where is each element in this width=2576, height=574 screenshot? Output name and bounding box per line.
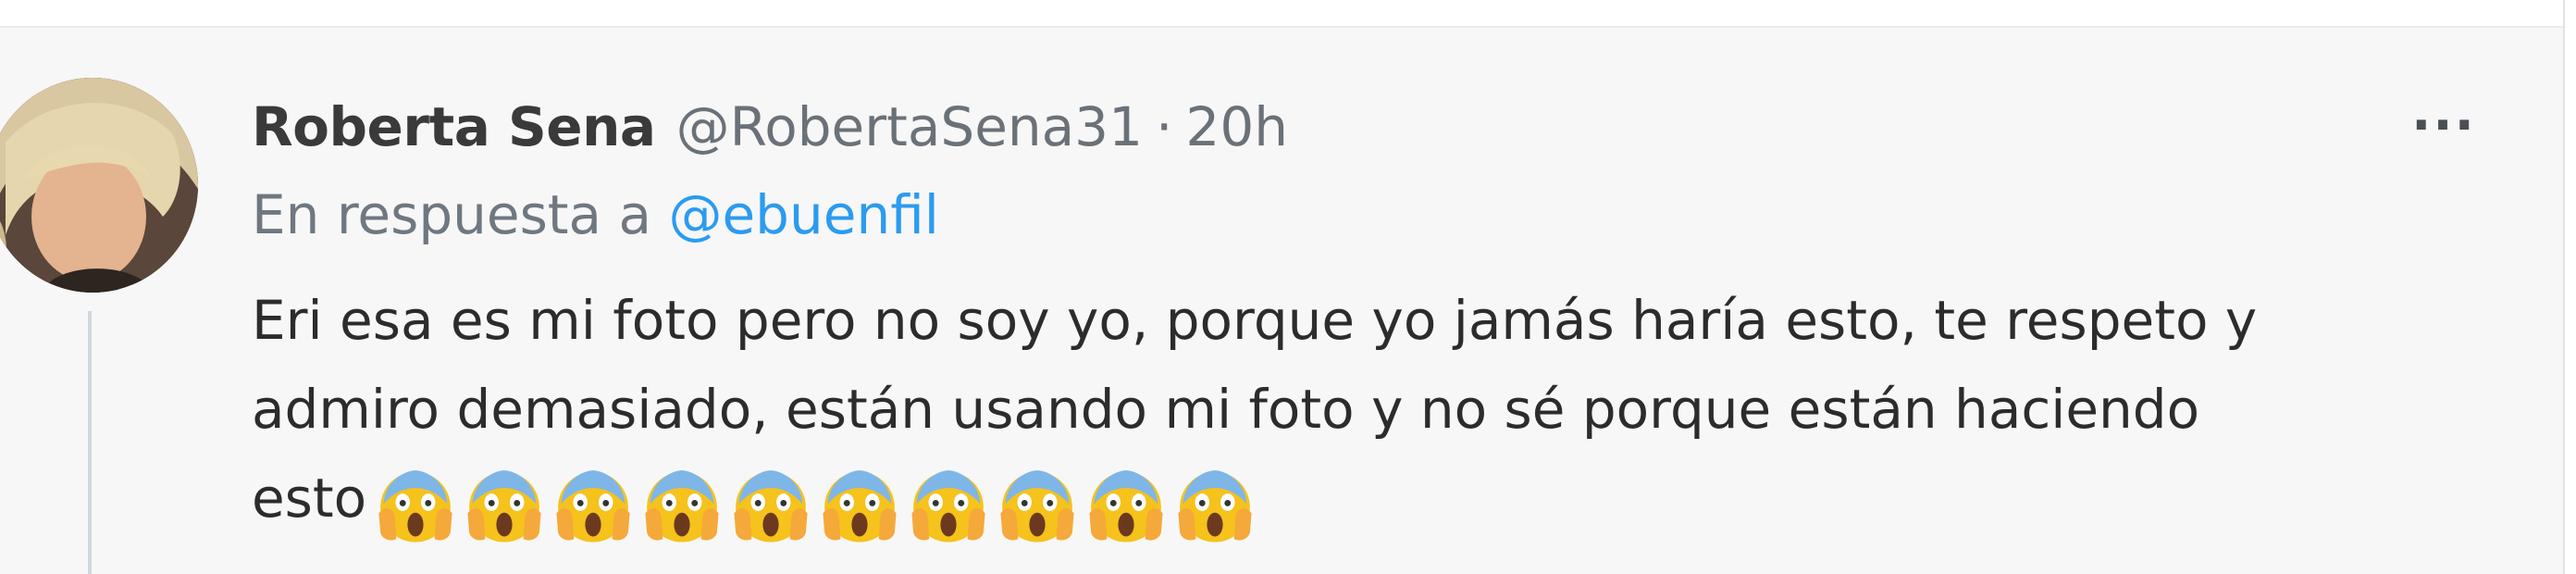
top-divider bbox=[0, 0, 2565, 28]
face-screaming-in-fear-icon bbox=[734, 469, 808, 543]
tweet-text-line-last: esto bbox=[252, 454, 2472, 546]
separator-dot: · bbox=[1155, 95, 1173, 158]
avatar[interactable] bbox=[0, 78, 198, 293]
reply-to-handle[interactable]: @ebuenfil bbox=[669, 183, 939, 246]
scrollbar-edge bbox=[2563, 0, 2576, 574]
thread-line bbox=[88, 311, 92, 574]
face-screaming-in-fear-icon bbox=[1000, 469, 1074, 543]
display-name[interactable]: Roberta Sena bbox=[252, 95, 656, 158]
face-screaming-in-fear-icon bbox=[911, 469, 985, 543]
tweet-header: Roberta Sena @RobertaSena31 · 20h bbox=[252, 85, 1288, 168]
emoji-row bbox=[376, 457, 1264, 546]
face-screaming-in-fear-icon bbox=[1089, 469, 1163, 543]
face-screaming-in-fear-icon bbox=[645, 469, 719, 543]
face-screaming-in-fear-icon bbox=[378, 469, 452, 543]
face-screaming-in-fear-icon bbox=[823, 469, 897, 543]
tweet-text-end: esto bbox=[252, 467, 367, 530]
more-options-icon[interactable]: ··· bbox=[2402, 93, 2485, 157]
face-screaming-in-fear-icon bbox=[467, 469, 541, 543]
tweet-text-line: Eri esa es mi foto pero no soy yo, porqu… bbox=[252, 289, 2258, 352]
face-screaming-in-fear-icon bbox=[1178, 469, 1252, 543]
reply-context: En respuesta a @ebuenfil bbox=[252, 183, 939, 246]
face-screaming-in-fear-icon bbox=[556, 469, 630, 543]
timestamp[interactable]: 20h bbox=[1185, 95, 1288, 158]
tweet-card[interactable]: Roberta Sena @RobertaSena31 · 20h ··· En… bbox=[0, 0, 2576, 574]
tweet-text: Eri esa es mi foto pero no soy yo, porqu… bbox=[252, 276, 2472, 546]
user-handle[interactable]: @RobertaSena31 bbox=[676, 95, 1143, 158]
reply-prefix: En respuesta a bbox=[252, 183, 652, 246]
tweet-text-line: admiro demasiado, están usando mi foto y… bbox=[252, 378, 2200, 441]
